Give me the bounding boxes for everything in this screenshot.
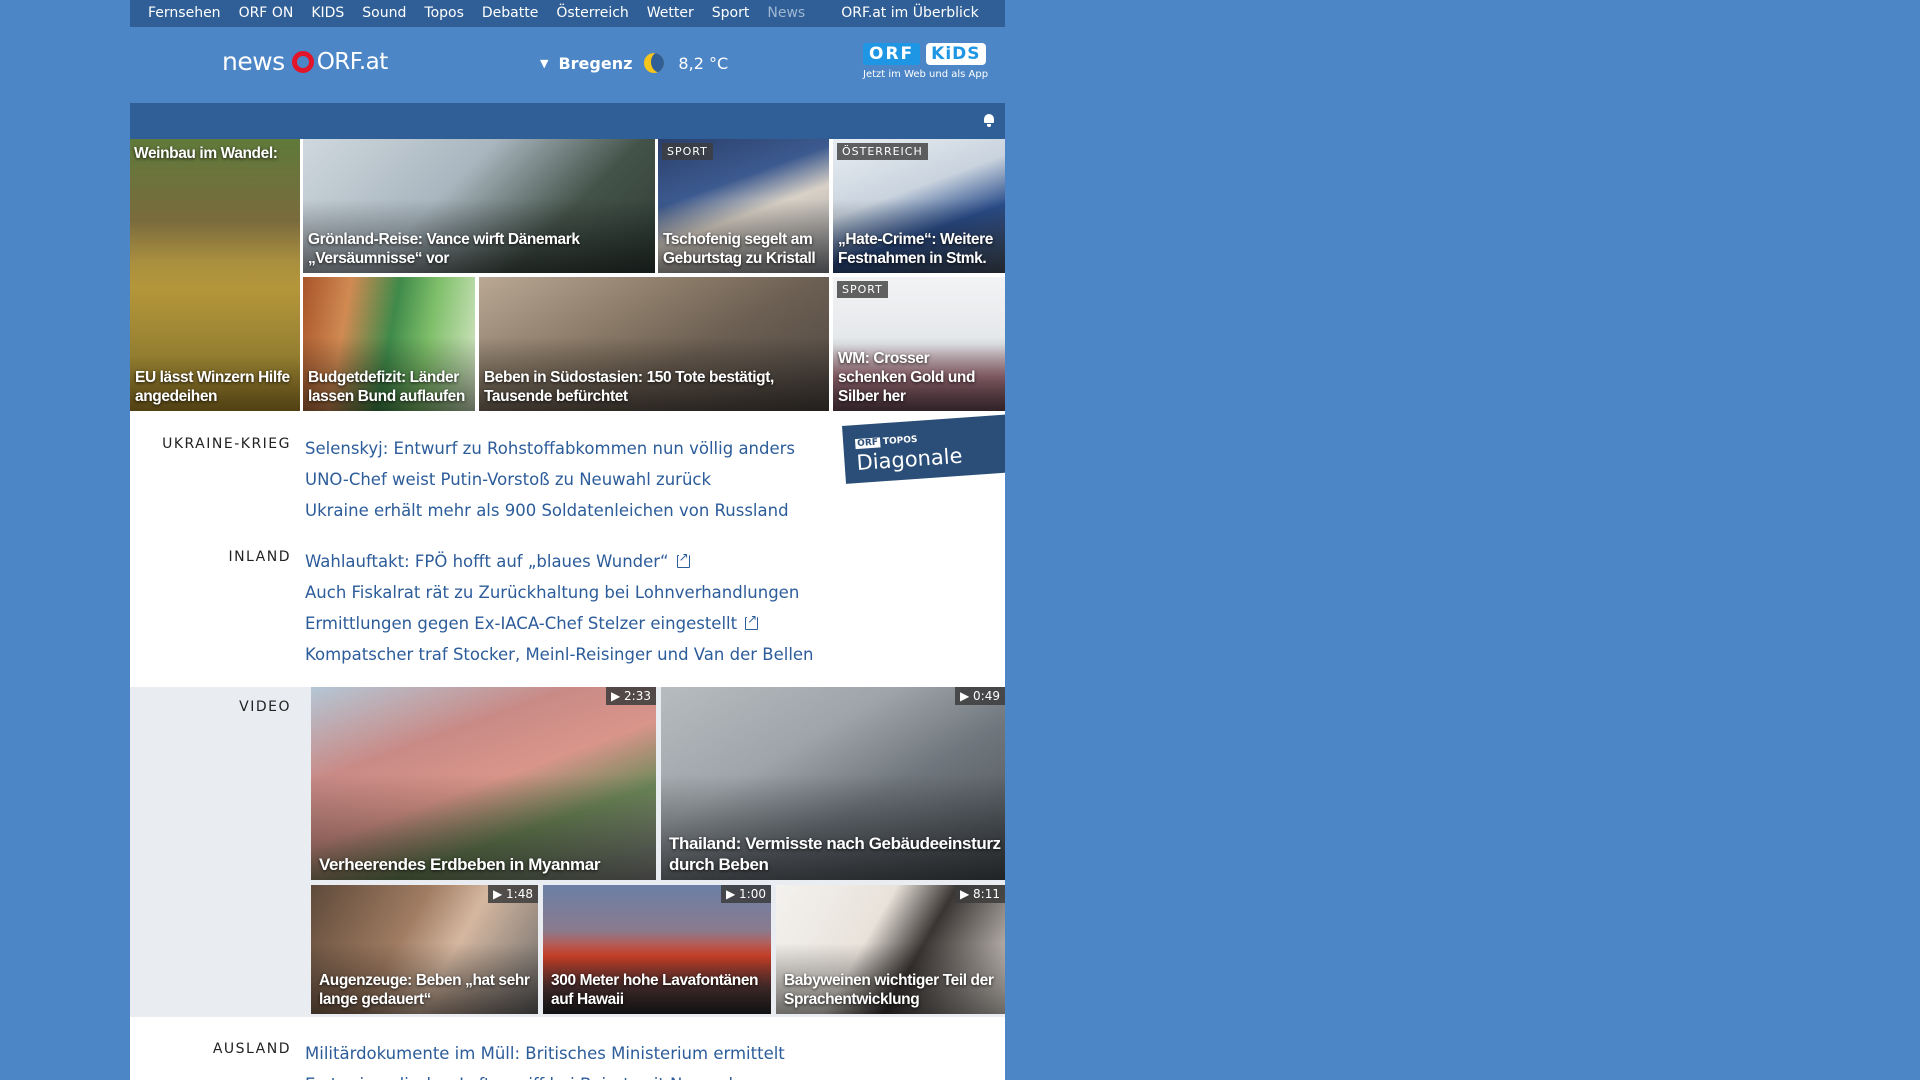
weather-widget[interactable]: ▼ Bregenz 8,2 °C	[540, 53, 728, 73]
video-tile-babyweinen[interactable]: ▶ 8:11 Babyweinen wichtiger Teil der Spr…	[776, 885, 1005, 1014]
story-tile-budgetdefizit[interactable]: Budgetdefizit: Länder lassen Bund auflau…	[303, 277, 475, 411]
video-caption: Augenzeuge: Beben „hat sehr lange gedaue…	[319, 972, 530, 1008]
tile-caption: „Hate-Crime“: Weitere Festnahmen in Stmk…	[838, 231, 993, 267]
headline-link[interactable]: Erster israelischer Luftangriff bei Beir…	[305, 1069, 785, 1080]
headline-link[interactable]: UNO-Chef weist Putin-Vorstoß zu Neuwahl …	[305, 464, 795, 495]
kids-tagline: Jetzt im Web und als App	[863, 69, 989, 80]
video-duration: ▶ 1:00	[721, 885, 771, 903]
orf-badge: ORF	[863, 43, 921, 65]
tile-category-label: ÖSTERREICH	[837, 143, 928, 160]
headline-list: Wahlauftakt: FPÖ hofft auf „blaues Wunde…	[305, 546, 814, 670]
weather-location: Bregenz	[558, 53, 633, 73]
video-caption: 300 Meter hohe Lavafontänen auf Hawaii	[551, 972, 759, 1008]
section-label: AUSLAND	[212, 1041, 291, 1057]
video-caption: Thailand: Vermisste nach Gebäudeeinsturz…	[669, 834, 1001, 874]
section-ukraine: UKRAINE-KRIEG Selenskyj: Entwurf zu Rohs…	[130, 436, 1005, 546]
section-inland: INLAND Wahlauftakt: FPÖ hofft auf „blaue…	[130, 549, 1005, 679]
video-duration: ▶ 1:48	[488, 885, 538, 903]
story-tile-tschofenig[interactable]: SPORT Tschofenig segelt am Geburtstag zu…	[658, 139, 829, 273]
headline-text: Wahlauftakt: FPÖ hofft auf „blaues Wunde…	[305, 552, 669, 571]
nav-topos[interactable]: Topos	[424, 0, 463, 27]
section-label: VIDEO	[239, 699, 291, 715]
headline-link[interactable]: Auch Fiskalrat rät zu Zurückhaltung bei …	[305, 577, 814, 608]
moon-icon	[644, 53, 665, 73]
headline-list: Selenskyj: Entwurf zu Rohstoffabkommen n…	[305, 433, 795, 526]
video-caption: Babyweinen wichtiger Teil der Sprachentw…	[784, 972, 994, 1008]
nav-debatte[interactable]: Debatte	[482, 0, 538, 27]
video-duration: ▶ 2:33	[606, 687, 656, 705]
external-link-icon	[676, 550, 690, 568]
logo-news-text: news	[222, 47, 285, 76]
video-tile-augenzeuge[interactable]: ▶ 1:48 Augenzeuge: Beben „hat sehr lange…	[311, 885, 538, 1014]
headline-link[interactable]: Selenskyj: Entwurf zu Rohstoffabkommen n…	[305, 433, 795, 464]
headline-link[interactable]: Ermittlungen gegen Ex-IACA-Chef Stelzer …	[305, 608, 814, 639]
notification-bar	[130, 103, 1005, 139]
section-label: UKRAINE-KRIEG	[162, 436, 291, 452]
video-tile-hawaii[interactable]: ▶ 1:00 300 Meter hohe Lavafontänen auf H…	[543, 885, 771, 1014]
nav-sound[interactable]: Sound	[362, 0, 406, 27]
logo-orf-text: ORF.at	[316, 48, 389, 75]
headline-link[interactable]: Kompatscher traf Stocker, Meinl-Reisinge…	[305, 639, 814, 670]
orf-ring-icon	[291, 50, 314, 73]
tile-caption: Beben in Südostasien: 150 Tote bestätigt…	[484, 369, 774, 405]
section-video: VIDEO ▶ 2:33 Verheerendes Erdbeben in My…	[130, 687, 1005, 1017]
tile-caption: Budgetdefizit: Länder lassen Bund auflau…	[308, 369, 465, 405]
tile-caption: EU lässt Winzern Hilfe angedeihen	[135, 369, 290, 405]
external-link-icon	[745, 612, 759, 630]
video-tile-myanmar[interactable]: ▶ 2:33 Verheerendes Erdbeben in Myanmar	[311, 687, 656, 880]
story-tile-wm-crosser[interactable]: SPORT WM: Crosser schenken Gold und Silb…	[833, 277, 1005, 411]
section-label: INLAND	[228, 549, 291, 565]
tile-category-label: SPORT	[662, 143, 713, 160]
headline-text: Ermittlungen gegen Ex-IACA-Chef Stelzer …	[305, 614, 738, 633]
nav-fernsehen[interactable]: Fernsehen	[148, 0, 221, 27]
section-ausland: AUSLAND Militärdokumente im Müll: Britis…	[130, 1041, 1005, 1080]
orf-kids-promo[interactable]: ORF KiDS Jetzt im Web und als App	[863, 43, 1003, 80]
content-panel: Weinbau im Wandel: EU lässt Winzern Hilf…	[130, 103, 1005, 1080]
video-duration: ▶ 8:11	[955, 885, 1005, 903]
nav-sport[interactable]: Sport	[712, 0, 750, 27]
nav-overview[interactable]: ORF.at im Überblick	[841, 0, 978, 27]
tile-category-label: SPORT	[837, 281, 888, 298]
tile-caption: WM: Crosser schenken Gold und Silber her	[838, 350, 976, 405]
headline-link[interactable]: Militärdokumente im Müll: Britisches Min…	[305, 1038, 785, 1069]
tile-caption: Tschofenig segelt am Geburtstag zu Krist…	[663, 231, 816, 267]
video-duration: ▶ 0:49	[955, 687, 1005, 705]
story-tile-weinbau[interactable]: Weinbau im Wandel: EU lässt Winzern Hilf…	[130, 139, 300, 411]
headline-link[interactable]: Wahlauftakt: FPÖ hofft auf „blaues Wunde…	[305, 546, 814, 577]
headline-list: Militärdokumente im Müll: Britisches Min…	[305, 1038, 785, 1080]
nav-wetter[interactable]: Wetter	[647, 0, 694, 27]
dropdown-triangle-icon: ▼	[540, 56, 549, 70]
story-tile-hate-crime[interactable]: ÖSTERREICH „Hate-Crime“: Weitere Festnah…	[833, 139, 1005, 273]
nav-orf-on[interactable]: ORF ON	[239, 0, 294, 27]
tile-top-title: Weinbau im Wandel:	[134, 145, 278, 162]
story-tile-beben-suedostasien[interactable]: Beben in Südostasien: 150 Tote bestätigt…	[479, 277, 829, 411]
headline-link[interactable]: Ukraine erhält mehr als 900 Soldatenleic…	[305, 495, 795, 526]
tile-caption: Grönland-Reise: Vance wirft Dänemark „Ve…	[308, 231, 580, 267]
video-caption: Verheerendes Erdbeben in Myanmar	[319, 855, 601, 874]
site-header: news ORF.at ▼ Bregenz 8,2 °C ORF KiDS Je…	[130, 27, 1005, 103]
news-orf-logo[interactable]: news ORF.at	[222, 47, 388, 76]
bell-icon[interactable]	[983, 114, 995, 127]
nav-news[interactable]: News	[767, 0, 805, 27]
kids-badges: ORF KiDS	[863, 43, 1003, 65]
top-navigation: Fernsehen ORF ON KIDS Sound Topos Debatt…	[130, 0, 1005, 27]
video-tile-thailand[interactable]: ▶ 0:49 Thailand: Vermisste nach Gebäudee…	[661, 687, 1005, 880]
weather-temperature: 8,2 °C	[678, 53, 729, 73]
nav-kids[interactable]: KIDS	[311, 0, 344, 27]
nav-oesterreich[interactable]: Österreich	[556, 0, 628, 27]
kids-badge: KiDS	[926, 43, 986, 65]
story-tile-groenland[interactable]: Grönland-Reise: Vance wirft Dänemark „Ve…	[303, 139, 655, 273]
